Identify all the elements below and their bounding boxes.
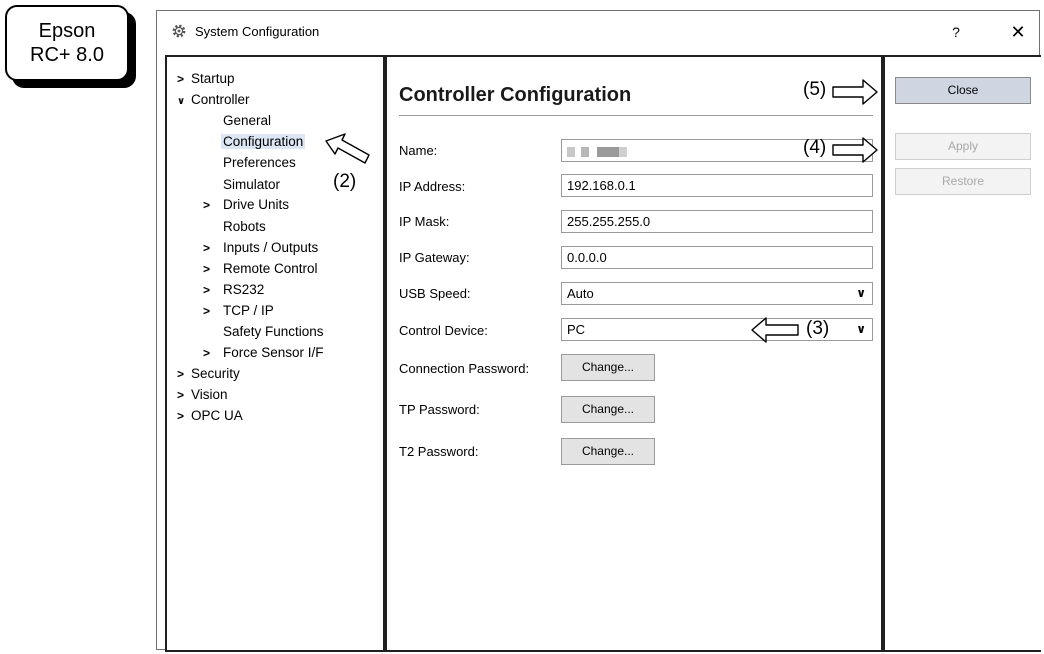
t2-password-label: T2 Password: — [399, 444, 479, 459]
tree-item-rs232[interactable]: > RS232 — [203, 280, 264, 300]
page-title: Controller Configuration — [399, 84, 632, 106]
usb-speed-value: Auto — [567, 286, 594, 301]
ip-gateway-field[interactable]: 0.0.0.0 — [561, 246, 873, 269]
tree-item-robots[interactable]: Robots — [223, 217, 266, 237]
annotation-arrow-2 — [325, 133, 370, 164]
heading-divider — [399, 115, 873, 116]
window-close-button[interactable]: ✕ — [1003, 19, 1033, 45]
navigation-tree: > Startup ∨ Controller General Configurati… — [165, 55, 385, 652]
ip-gateway-label: IP Gateway: — [399, 250, 470, 265]
redacted-name-value — [567, 146, 627, 157]
tp-password-label: TP Password: — [399, 402, 480, 417]
chevron-down-icon: ∨ — [177, 96, 186, 107]
change-connection-password-button[interactable]: Change... — [561, 354, 655, 381]
chevron-right-icon: > — [203, 241, 211, 255]
control-device-label: Control Device: — [399, 323, 488, 338]
chevron-right-icon: > — [203, 283, 211, 297]
annotation-4-label: (4) — [803, 137, 827, 158]
tree-item-general[interactable]: General — [223, 111, 271, 131]
tree-item-tcp-ip[interactable]: > TCP / IP — [203, 301, 274, 321]
annotation-2-label: (2) — [333, 171, 357, 192]
connection-password-label: Connection Password: — [399, 361, 530, 376]
window-title: System Configuration — [195, 24, 320, 39]
badge-line-2: RC+ 8.0 — [30, 44, 104, 66]
badge-line-1: Epson — [38, 20, 96, 42]
restore-button[interactable]: Restore — [895, 168, 1031, 195]
tree-item-security[interactable]: > Security — [177, 364, 240, 384]
help-button[interactable]: ? — [941, 19, 971, 45]
tree-item-inputs-outputs[interactable]: > Inputs / Outputs — [203, 238, 318, 258]
chevron-right-icon: > — [203, 198, 211, 212]
chevron-right-icon: > — [177, 409, 185, 423]
annotation-arrow-5 — [832, 79, 878, 105]
control-device-value: PC — [567, 322, 586, 337]
apply-button[interactable]: Apply — [895, 133, 1031, 160]
tree-item-remote-control[interactable]: > Remote Control — [203, 259, 318, 279]
annotation-3-label: (3) — [806, 318, 830, 339]
annotation-arrow-4 — [832, 137, 878, 163]
system-configuration-window: System Configuration ? ✕ > Startup ∨ Contr… — [156, 10, 1041, 652]
annotation-5-label: (5) — [803, 79, 827, 100]
tree-item-opc-ua[interactable]: > OPC UA — [177, 406, 243, 426]
chevron-right-icon: > — [177, 72, 185, 86]
action-buttons-panel: Close Apply Restore — [883, 55, 1041, 652]
chevron-right-icon: > — [203, 304, 211, 318]
change-t2-password-button[interactable]: Change... — [561, 438, 655, 465]
name-label: Name: — [399, 143, 438, 158]
ip-address-field[interactable]: 192.168.0.1 — [561, 174, 873, 197]
usb-speed-select[interactable]: Auto ∨ — [561, 282, 873, 305]
tree-item-simulator[interactable]: Simulator — [223, 175, 280, 195]
tree-item-vision[interactable]: > Vision — [177, 385, 228, 405]
annotation-arrow-3 — [751, 317, 799, 343]
tree-item-safety-functions[interactable]: Safety Functions — [223, 322, 324, 342]
ip-address-label: IP Address: — [399, 179, 466, 194]
tree-item-controller[interactable]: ∨ Controller — [177, 90, 250, 110]
controller-configuration-panel: Controller Configuration (5) Name: (4) I… — [385, 55, 883, 652]
tree-item-force-sensor[interactable]: > Force Sensor I/F — [203, 343, 324, 363]
chevron-right-icon: > — [177, 388, 185, 402]
tree-item-preferences[interactable]: Preferences — [223, 153, 296, 173]
tree-item-startup[interactable]: > Startup — [177, 69, 235, 89]
chevron-right-icon: > — [203, 346, 211, 360]
chevron-down-icon: ∨ — [856, 322, 866, 336]
close-button[interactable]: Close — [895, 77, 1031, 104]
tree-item-drive-units[interactable]: > Drive Units — [203, 195, 289, 215]
ip-mask-label: IP Mask: — [399, 214, 450, 229]
usb-speed-label: USB Speed: — [399, 286, 471, 301]
chevron-right-icon: > — [203, 262, 211, 276]
ip-mask-field[interactable]: 255.255.255.0 — [561, 210, 873, 233]
product-badge: Epson RC+ 8.0 — [5, 5, 129, 81]
title-bar: System Configuration ? ✕ — [157, 11, 1039, 53]
chevron-down-icon: ∨ — [856, 286, 866, 300]
tree-item-configuration[interactable]: Configuration — [221, 132, 306, 152]
change-tp-password-button[interactable]: Change... — [561, 396, 655, 423]
gear-icon — [172, 24, 186, 38]
chevron-right-icon: > — [177, 367, 185, 381]
